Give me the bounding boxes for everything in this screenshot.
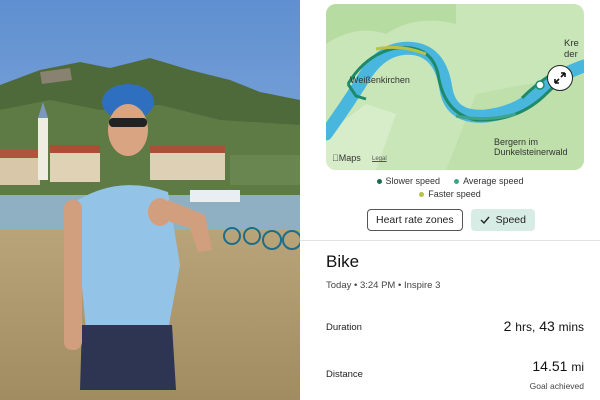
expand-map-button[interactable] <box>547 65 573 91</box>
activity-photo <box>0 0 300 400</box>
map-label-town: Kre der <box>564 38 579 60</box>
goal-achieved-text: Goal achieved <box>529 381 584 391</box>
map-label-town: Weißenkirchen <box>350 75 410 85</box>
legend-average: Average speed <box>454 176 523 186</box>
duration-label: Duration <box>326 322 362 333</box>
heart-rate-zones-button[interactable]: Heart rate zones <box>367 209 463 231</box>
activity-meta: Today • 3:24 PM • Inspire 3 <box>326 280 441 291</box>
route-map[interactable]: Weißenkirchen Bergern im Dunkelsteinerwa… <box>326 4 584 170</box>
legend-dot <box>419 191 425 197</box>
maps-attribution: Maps <box>332 153 361 163</box>
distance-label: Distance <box>326 369 363 380</box>
legend-faster: Faster speed <box>419 189 481 199</box>
activity-title: Bike <box>326 252 360 271</box>
legal-link[interactable]: Legal <box>372 156 387 162</box>
map-label-town: Bergern im Dunkelsteinerwald <box>494 137 568 157</box>
divider <box>300 240 600 241</box>
activity-detail-panel: Weißenkirchen Bergern im Dunkelsteinerwa… <box>300 0 600 400</box>
speed-button[interactable]: Speed <box>470 209 535 231</box>
legend-dot <box>376 178 382 184</box>
legend-slower: Slower speed <box>376 176 440 186</box>
distance-value: 14.51 mi <box>532 358 584 374</box>
speed-legend-row2: Faster speed <box>300 189 600 199</box>
legend-dot <box>454 178 460 184</box>
speed-legend: Slower speed Average speed <box>300 176 600 186</box>
apple-logo-icon:  <box>332 153 339 163</box>
map-overlay-toggles: Heart rate zones Speed <box>367 209 535 231</box>
checkmark-icon <box>480 216 490 225</box>
expand-arrows-icon <box>554 72 566 84</box>
duration-value: 2 hrs, 43 mins <box>503 318 584 334</box>
